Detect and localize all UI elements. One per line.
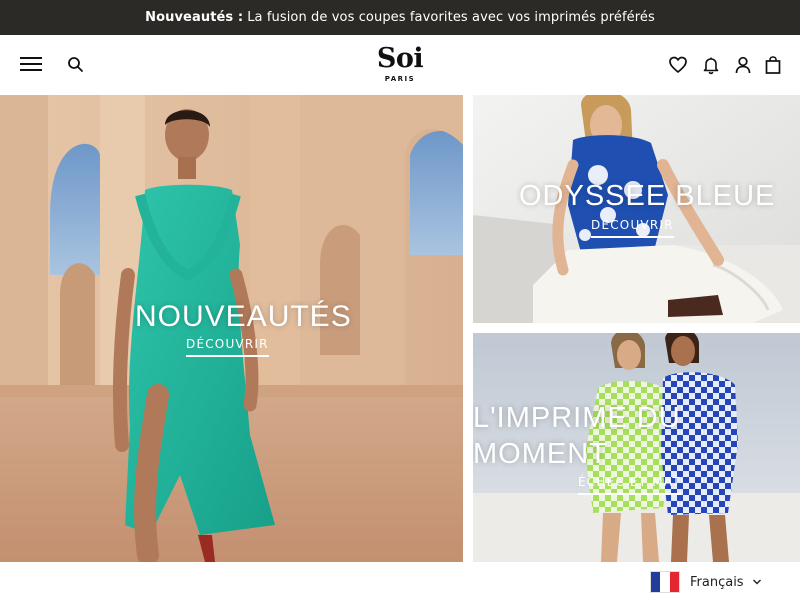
- bag-icon[interactable]: [763, 55, 783, 75]
- tile-nouveautes-title: NOUVEAUTÉS: [135, 300, 352, 333]
- user-icon[interactable]: [733, 55, 753, 75]
- tile-nouveautes[interactable]: NOUVEAUTÉS DÉCOUVRIR: [0, 95, 463, 562]
- tile-imprime-title-line2: MOMENT: [473, 438, 608, 470]
- logo-subtitle: PARIS: [384, 75, 416, 83]
- france-flag-icon: [650, 571, 680, 593]
- tile-imprime-link[interactable]: ÉCHEC ET MAT: [578, 475, 681, 495]
- heart-icon[interactable]: [668, 55, 688, 75]
- logo-wordmark: Soi: [376, 43, 424, 74]
- bell-icon[interactable]: [701, 55, 721, 75]
- tile-odyssee-link[interactable]: DÉCOUVRIR: [591, 218, 674, 238]
- language-label: Français: [690, 574, 744, 590]
- chevron-down-icon: [752, 579, 761, 585]
- tile-imprime-title: L'IMPRIME DU MOMENT: [473, 400, 681, 472]
- announcement-bar[interactable]: Nouveautés : La fusion de vos coupes fav…: [0, 0, 800, 35]
- tile-odyssee-bleue[interactable]: ODYSSEE BLEUE DÉCOUVRIR: [473, 95, 800, 323]
- tile-imprime-title-line1: L'IMPRIME DU: [473, 402, 681, 434]
- tile-imprime-du-moment[interactable]: L'IMPRIME DU MOMENT ÉCHEC ET MAT: [473, 333, 800, 562]
- tile-nouveautes-link[interactable]: DÉCOUVRIR: [186, 337, 269, 357]
- menu-icon[interactable]: [20, 55, 42, 73]
- brand-logo[interactable]: Soi PARIS: [360, 44, 440, 88]
- search-icon[interactable]: [66, 55, 86, 75]
- announcement-text: La fusion de vos coupes favorites avec v…: [247, 10, 655, 25]
- language-selector[interactable]: Français: [650, 570, 780, 594]
- tile-odyssee-title: ODYSSEE BLEUE: [519, 180, 776, 212]
- announcement-bold: Nouveautés :: [145, 10, 244, 25]
- site-header: Soi PARIS: [0, 35, 800, 95]
